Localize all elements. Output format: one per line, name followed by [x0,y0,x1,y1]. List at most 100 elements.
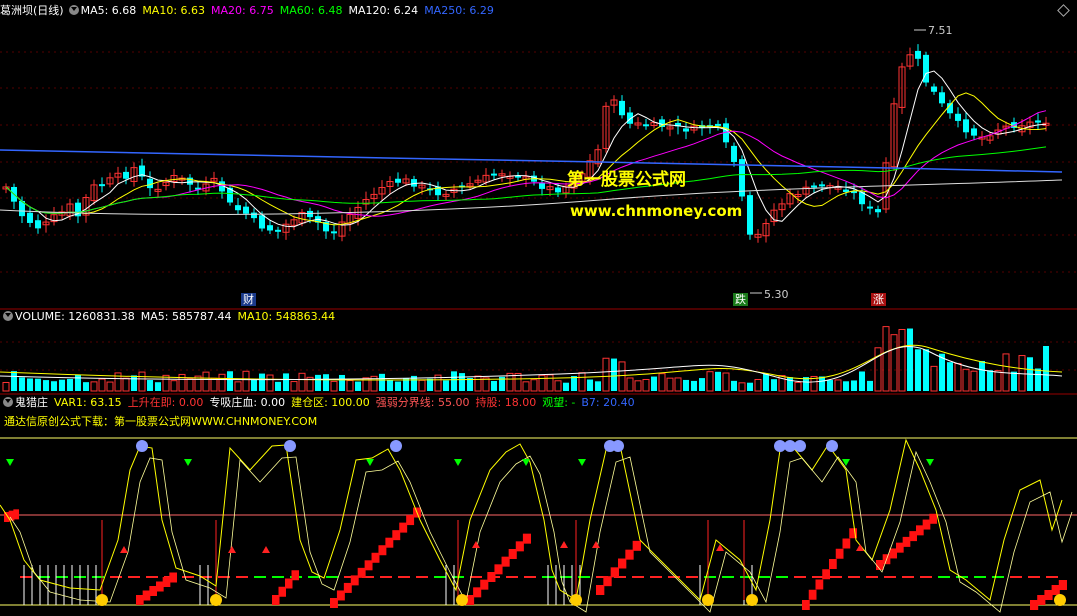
hold-staircase [392,530,401,541]
hold-staircase [596,585,605,595]
volume-bar [131,375,137,391]
volume-bar [290,381,298,392]
volume-bar [642,378,650,392]
indicator-panel-header: 鬼猎庄 VAR1: 63.15 上升在即: 0.00 专吸庄血: 0.00 建仓区: 1… [0,395,647,411]
hold-staircase [922,519,931,530]
volume-bar [323,374,329,391]
hold-staircase [829,559,837,569]
volume-bar [763,373,769,391]
hold-staircase [909,531,917,542]
volume-bar [395,381,401,391]
candle-body [491,173,497,176]
watermark-url: www.chnmoney.com [570,202,743,220]
hold-staircase [515,541,524,552]
smiley-face-icon [1054,594,1066,606]
candle-body [99,184,105,187]
volume-bar [330,380,338,392]
volume-panel-header: VOLUME: 1260831.38 MA5: 585787.44 MA10: 54… [0,309,347,325]
indicator-label-4: 建仓区: 100.00 [291,396,370,409]
candle-body [331,231,337,234]
volume-bar [1011,371,1017,391]
volume-bar [106,381,114,392]
volume-bar [1035,368,1041,391]
signal-marker-0: 财 [241,293,256,306]
volume-bar [275,381,281,391]
candle-body [683,128,689,132]
chart-canvas[interactable] [0,0,1077,616]
candle-body [27,212,33,223]
volume-bar [186,378,194,392]
volume-bar [27,378,33,391]
hold-staircase [136,595,144,605]
hold-staircase [278,586,286,597]
volume-bar [170,380,178,392]
ma-legend: MA5: 6.68 MA10: 6.63 MA20: 6.75 MA60: 6.48 M… [81,4,500,17]
sell-triangle-icon [578,459,586,466]
ma-label-3: MA60: 6.48 [279,4,343,17]
volume-bar [51,381,57,391]
buy-triangle-icon [856,544,864,551]
volume-bar [851,380,857,391]
dropdown-icon[interactable] [3,397,13,407]
sad-face-icon [390,440,402,452]
dropdown-icon[interactable] [3,311,13,321]
indicator-label-5: 强弱分界线: 55.00 [375,396,470,409]
volume-bar [43,380,49,391]
hold-staircase [508,549,517,559]
volume-bar [459,373,465,391]
price-panel-header: 葛洲坝(日线) MA5: 6.68 MA10: 6.63 MA20: 6.75 MA60… [0,3,506,19]
candle-body [915,50,921,59]
sad-face-icon [612,440,624,452]
volume-bar [979,360,985,391]
hold-staircase [149,586,157,596]
hold-staircase [494,564,503,575]
stock-title[interactable]: 葛洲坝(日线) [0,4,64,17]
candle-body [251,212,257,219]
volume-bar [890,334,898,392]
volume-bar [218,373,226,392]
volume-bar [747,382,753,391]
hold-staircase [1058,580,1067,590]
ma20-line [5,110,1047,217]
volume-bar [339,374,345,391]
volume-bar [947,362,953,391]
volume-bar [155,382,161,391]
volume-bar [587,379,593,391]
candle-body [123,171,129,179]
volume-bar [602,357,610,392]
indicator-label-6: 持股: 18.00 [475,396,537,409]
hold-staircase [385,537,394,548]
volume-bar [882,326,890,392]
hold-staircase [835,548,844,559]
volume-bar [626,377,634,392]
candle-body [1035,120,1041,123]
hold-staircase [522,533,531,544]
buy-triangle-icon [472,541,480,548]
volume-bar [514,372,522,392]
sell-triangle-icon [842,459,850,466]
indicator-subtitle: 通达信原创公式下载：第一股票公式网WWW.CHNMONEY.COM [4,415,318,428]
volume-bar [571,376,577,391]
volume-bar [35,378,41,391]
hold-staircase [473,587,482,598]
buy-triangle-icon [262,546,270,553]
sad-face-icon [794,440,806,452]
ma250-line [0,149,1063,173]
volume-bar [83,382,89,391]
volume-bar [283,373,289,391]
indicator-label-1: VAR1: 63.15 [54,396,122,409]
ma5-line [5,70,1047,228]
hold-staircase [632,540,641,551]
candle-body [395,178,401,183]
volume-legend: VOLUME: 1260831.38 MA5: 585787.44 MA10: 54… [15,310,341,323]
dropdown-icon[interactable] [68,5,79,15]
indicator-label-0: 鬼猎庄 [15,396,48,409]
volume-bar [451,371,457,391]
volume-bar [19,377,25,391]
volume-bar [491,380,497,391]
indicator-legend: 鬼猎庄 VAR1: 63.15 上升在即: 0.00 专吸庄血: 0.00 建仓区: 1… [15,396,641,409]
hold-staircase [378,545,387,556]
volume-bar [907,328,913,391]
volume-bar [59,379,65,391]
hold-staircase [156,581,164,592]
